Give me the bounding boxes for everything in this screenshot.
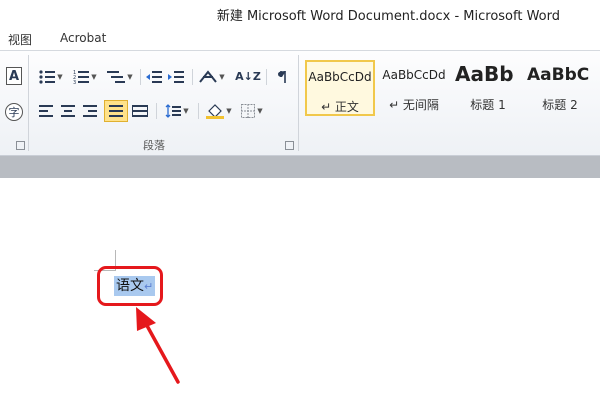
style-no-spacing[interactable]: AaBbCcDd ↵ 无间隔	[379, 60, 449, 116]
menu-item-acrobat[interactable]: Acrobat	[60, 31, 106, 45]
numbering-icon: 123	[73, 70, 90, 84]
svg-text:3: 3	[73, 80, 76, 84]
text-effects-icon[interactable]: A	[6, 67, 22, 85]
separator	[140, 69, 141, 85]
show-formatting-marks-icon[interactable]	[272, 67, 292, 87]
multilevel-list-icon	[107, 71, 126, 83]
styles-gallery: AaBbCcDd ↵ 正文 AaBbCcDd ↵ 无间隔 AaBb 标题 1 A…	[303, 58, 600, 120]
bullets-icon	[39, 70, 56, 84]
style-name: ↵ 正文	[321, 100, 359, 114]
style-sample: AaBbCcDd	[382, 68, 446, 82]
shading-button[interactable]: ▼	[204, 101, 234, 121]
line-spacing-icon	[165, 104, 182, 118]
title-bar: 新建 Microsoft Word Document.docx - Micros…	[0, 0, 600, 26]
line-spacing-button[interactable]: ▼	[162, 101, 192, 121]
font-group-launcher-icon[interactable]	[16, 141, 25, 150]
align-center-icon[interactable]	[58, 101, 78, 121]
style-name: ↵ 无间隔	[389, 98, 439, 112]
justify-icon	[109, 105, 123, 117]
enclose-character-icon[interactable]: 字	[5, 103, 23, 121]
separator	[156, 103, 157, 119]
justify-button[interactable]	[104, 100, 128, 122]
paint-bucket-icon	[206, 104, 225, 119]
chinese-layout-icon	[199, 70, 218, 83]
style-normal[interactable]: AaBbCcDd ↵ 正文	[305, 60, 375, 116]
distributed-icon[interactable]	[130, 101, 150, 121]
numbering-button[interactable]: 123 ▼	[70, 67, 100, 87]
increase-indent-icon[interactable]	[166, 67, 186, 87]
style-sample: AaBb	[455, 62, 514, 86]
style-sample: AaBbC	[527, 65, 590, 85]
separator	[192, 69, 193, 85]
style-name: 标题 1	[470, 98, 506, 112]
style-sample: AaBbCcDd	[308, 70, 372, 84]
group-separator	[298, 55, 299, 151]
separator	[266, 69, 267, 85]
chinese-layout-button[interactable]: ▼	[196, 67, 228, 87]
align-right-icon[interactable]	[80, 101, 100, 121]
bullets-button[interactable]: ▼	[36, 67, 66, 87]
sort-icon[interactable]: A↓Z	[235, 65, 261, 87]
menu-bar: 视图 Acrobat	[0, 26, 600, 50]
style-heading-1[interactable]: AaBb 标题 1	[453, 60, 523, 116]
ruler-band	[0, 156, 600, 178]
borders-icon	[241, 104, 256, 118]
highlight-annotation-box	[97, 266, 163, 306]
style-heading-2[interactable]: AaBbC 标题 2	[525, 60, 595, 116]
window-title: 新建 Microsoft Word Document.docx - Micros…	[216, 9, 560, 24]
menu-item-view[interactable]: 视图	[8, 31, 32, 48]
paragraph-group-label: 段落	[143, 139, 165, 152]
paragraph-group-launcher-icon[interactable]	[285, 141, 294, 150]
group-separator	[28, 55, 29, 151]
align-left-icon[interactable]	[36, 101, 56, 121]
separator	[198, 103, 199, 119]
borders-button[interactable]: ▼	[238, 101, 266, 121]
style-name: 标题 2	[542, 98, 578, 112]
multilevel-list-button[interactable]: ▼	[104, 67, 136, 87]
decrease-indent-icon[interactable]	[144, 67, 164, 87]
document-page[interactable]	[0, 178, 600, 400]
